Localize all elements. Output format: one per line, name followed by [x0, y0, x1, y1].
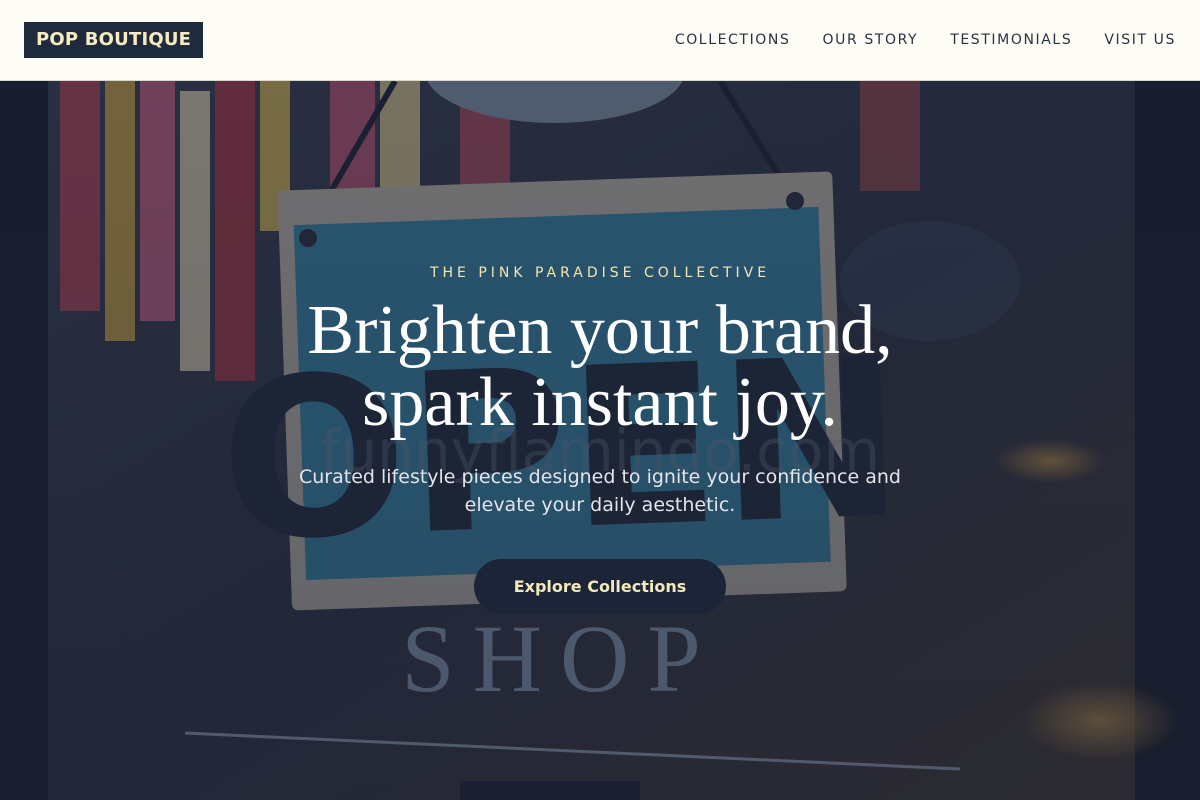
- nav-link-our-story[interactable]: OUR STORY: [823, 32, 919, 48]
- nav-link-testimonials[interactable]: TESTIMONIALS: [950, 32, 1072, 48]
- hero-subtext: Curated lifestyle pieces designed to ign…: [299, 466, 901, 516]
- hero-eyebrow: THE PINK PARADISE COLLECTIVE: [429, 265, 771, 281]
- main-nav: COLLECTIONS OUR STORY TESTIMONIALS VISIT…: [675, 32, 1176, 48]
- nav-link-collections[interactable]: COLLECTIONS: [675, 32, 791, 48]
- explore-collections-button[interactable]: Explore Collections: [473, 559, 727, 614]
- hero-headline-line1: Brighten your brand,: [307, 292, 893, 369]
- hero-section: OPEN SHOP funnyflamingo.com THE PINK PAR…: [0, 81, 1200, 800]
- site-header: POP BOUTIQUE COLLECTIONS OUR STORY TESTI…: [0, 0, 1200, 81]
- hero-headline-line2: spark instant joy.: [362, 364, 838, 441]
- hero-content: THE PINK PARADISE COLLECTIVE Brighten yo…: [0, 81, 1200, 800]
- nav-link-visit-us[interactable]: VISIT US: [1104, 32, 1176, 48]
- logo[interactable]: POP BOUTIQUE: [24, 22, 204, 58]
- hero-headline: Brighten your brand, spark instant joy.: [307, 295, 892, 439]
